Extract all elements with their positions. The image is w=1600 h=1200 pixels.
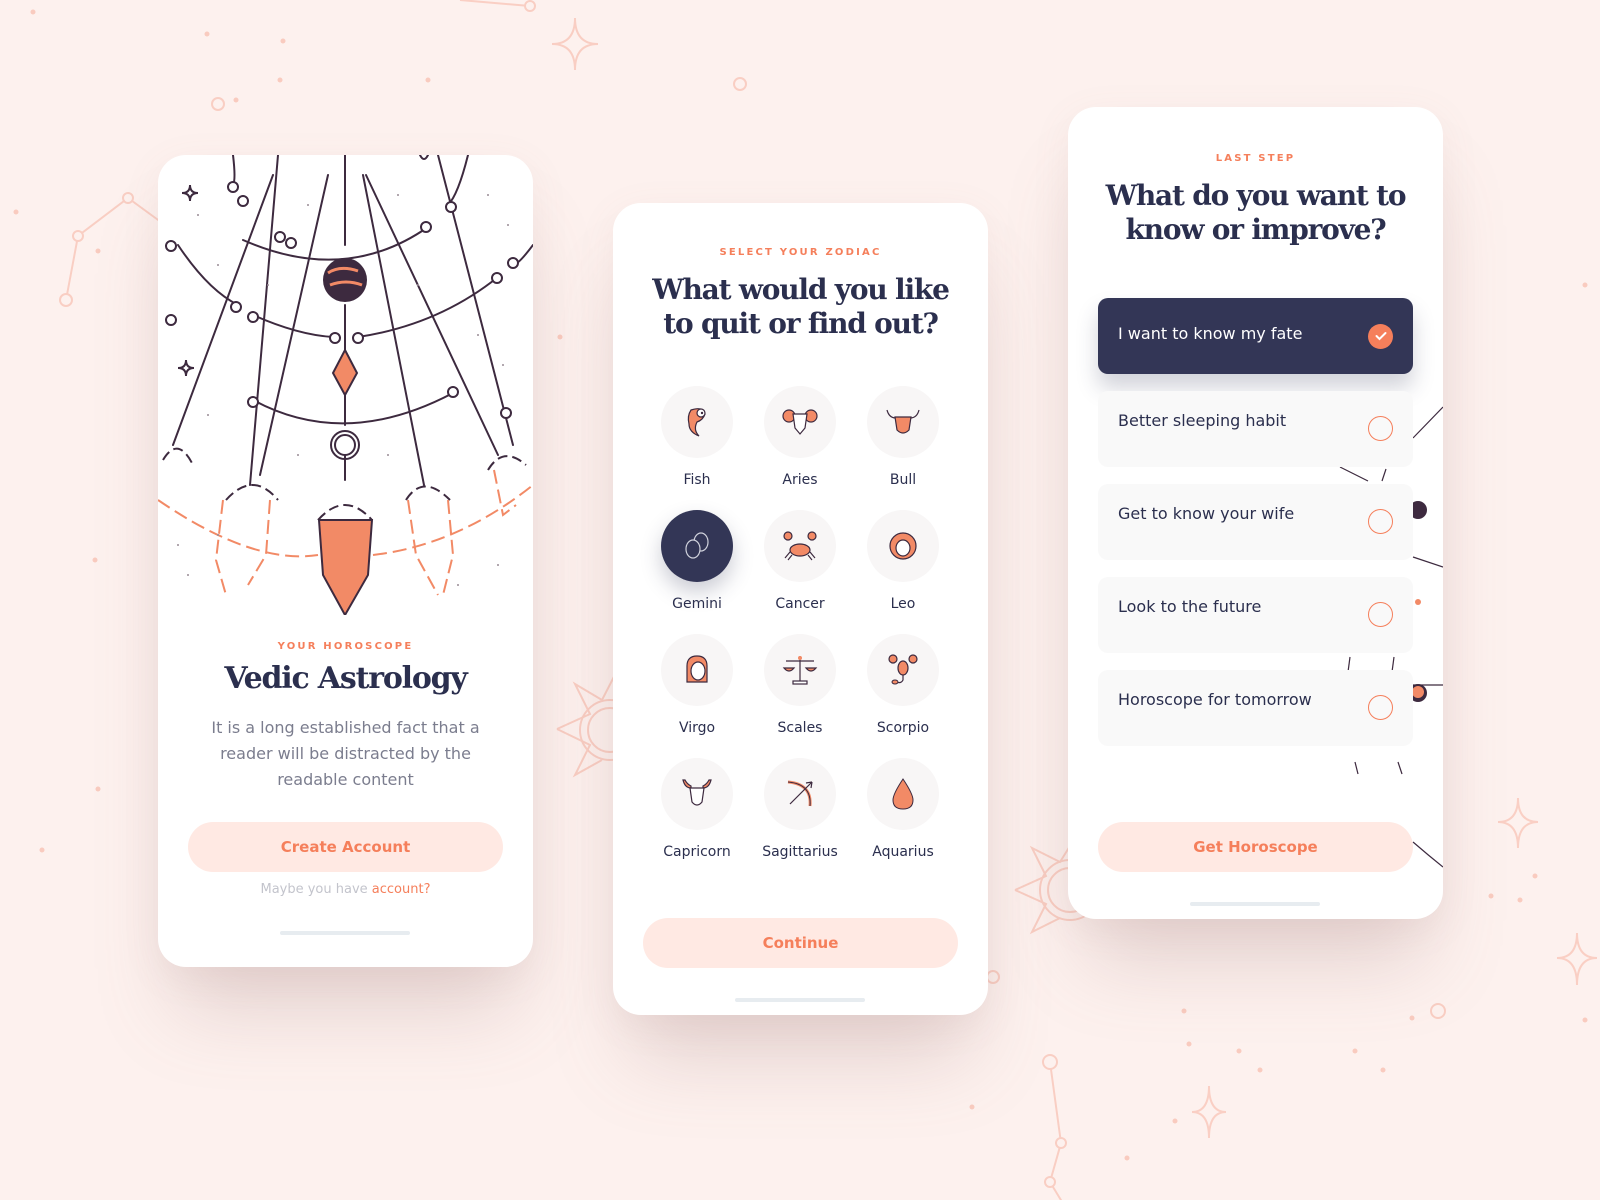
zodiac-aries[interactable]: Aries <box>750 386 850 488</box>
radio-unchecked[interactable] <box>1368 415 1393 441</box>
zodiac-cancer[interactable]: Cancer <box>750 510 850 612</box>
zodiac-gemini[interactable]: Gemini <box>647 510 747 612</box>
zodiac-label: Sagittarius <box>762 844 838 860</box>
zodiac-label: Bull <box>889 472 917 488</box>
zodiac-label: Scorpio <box>876 720 930 736</box>
zodiac-label: Capricorn <box>663 844 731 860</box>
check-icon <box>1375 332 1386 341</box>
continue-button[interactable]: Continue <box>643 918 958 968</box>
crystal-icon <box>331 347 359 398</box>
eyebrow-label: YOUR HOROSCOPE <box>277 641 414 652</box>
create-account-button[interactable]: Create Account <box>188 822 503 872</box>
bull-icon <box>886 409 920 434</box>
signin-prompt: Maybe you have account? <box>158 882 533 897</box>
pendulum-crystal <box>317 519 374 615</box>
option-label: Horoscope for tomorrow <box>1118 689 1312 709</box>
zodiac-label: Virgo <box>678 720 716 736</box>
fish-icon <box>687 408 706 437</box>
signin-prefix: Maybe you have <box>260 882 372 897</box>
title-line-2: know or improve? <box>1125 213 1386 246</box>
bow-arrow-icon <box>787 780 813 807</box>
home-indicator <box>1190 902 1320 906</box>
zodiac-virgo[interactable]: Virgo <box>647 634 747 736</box>
zodiac-label: Fish <box>683 472 711 488</box>
page-title: What would you like to quit or find out? <box>613 273 988 341</box>
zodiac-scorpio[interactable]: Scorpio <box>853 634 953 736</box>
option-item[interactable]: Get to know your wife <box>1098 484 1413 560</box>
zodiac-label: Aries <box>782 472 818 488</box>
zodiac-label: Leo <box>890 596 916 612</box>
goat-icon <box>682 779 712 806</box>
scorpion-icon <box>888 654 918 685</box>
zodiac-leo[interactable]: Leo <box>853 510 953 612</box>
crab-icon <box>783 531 817 561</box>
home-indicator <box>280 931 410 935</box>
twins-icon <box>685 532 709 559</box>
description-text: It is a long established fact that a rea… <box>211 718 480 789</box>
radio-unchecked[interactable] <box>1368 694 1393 720</box>
water-drop-icon <box>892 778 914 810</box>
zodiac-label: Aquarius <box>872 844 934 860</box>
option-item[interactable]: Horoscope for tomorrow <box>1098 670 1413 746</box>
zodiac-fish[interactable]: Fish <box>647 386 747 488</box>
option-label: Better sleeping habit <box>1118 410 1287 430</box>
eyebrow-label: LAST STEP <box>1215 153 1296 164</box>
radio-checked[interactable] <box>1368 323 1393 349</box>
scales-icon <box>782 656 818 685</box>
radio-unchecked[interactable] <box>1368 601 1393 627</box>
lion-icon <box>889 532 917 560</box>
page-title: What do you want to know or improve? <box>1068 179 1443 247</box>
option-item[interactable]: I want to know my fate <box>1098 298 1413 374</box>
option-label: I want to know my fate <box>1118 323 1303 343</box>
constellation-left <box>65 196 166 301</box>
radio-unchecked[interactable] <box>1368 508 1393 534</box>
title-line-2: to quit or find out? <box>663 307 939 340</box>
planet-icon <box>323 258 367 302</box>
title-line-1: What do you want to <box>1105 179 1407 212</box>
zodiac-label: Cancer <box>775 596 825 612</box>
eyebrow-label: SELECT YOUR ZODIAC <box>719 247 882 258</box>
home-indicator <box>735 998 865 1002</box>
zodiac-scales[interactable]: Scales <box>750 634 850 736</box>
get-horoscope-button[interactable]: Get Horoscope <box>1098 822 1413 872</box>
zodiac-capricorn[interactable]: Capricorn <box>647 758 747 860</box>
zodiac-label: Gemini <box>672 596 722 612</box>
option-item[interactable]: Look to the future <box>1098 577 1413 653</box>
option-label: Look to the future <box>1118 596 1262 616</box>
zodiac-bull[interactable]: Bull <box>853 386 953 488</box>
option-label: Get to know your wife <box>1118 503 1295 523</box>
title-line-1: What would you like <box>652 273 950 306</box>
zodiac-sagittarius[interactable]: Sagittarius <box>750 758 850 860</box>
ram-icon <box>782 409 818 435</box>
zodiac-aquarius[interactable]: Aquarius <box>853 758 953 860</box>
page-title: Vedic Astrology <box>224 661 468 696</box>
screen-last-step: LAST STEP What do you want to know or im… <box>1068 107 1443 919</box>
option-item[interactable]: Better sleeping habit <box>1098 391 1413 467</box>
screen-select-zodiac: SELECT YOUR ZODIAC What would you like t… <box>613 203 988 1015</box>
astrology-pendulum-illustration <box>158 155 533 615</box>
zodiac-label: Scales <box>777 720 823 736</box>
signin-link[interactable]: account? <box>372 882 431 897</box>
maiden-icon <box>686 655 708 683</box>
screen-welcome: YOUR HOROSCOPE Vedic Astrology It is a l… <box>158 155 533 967</box>
